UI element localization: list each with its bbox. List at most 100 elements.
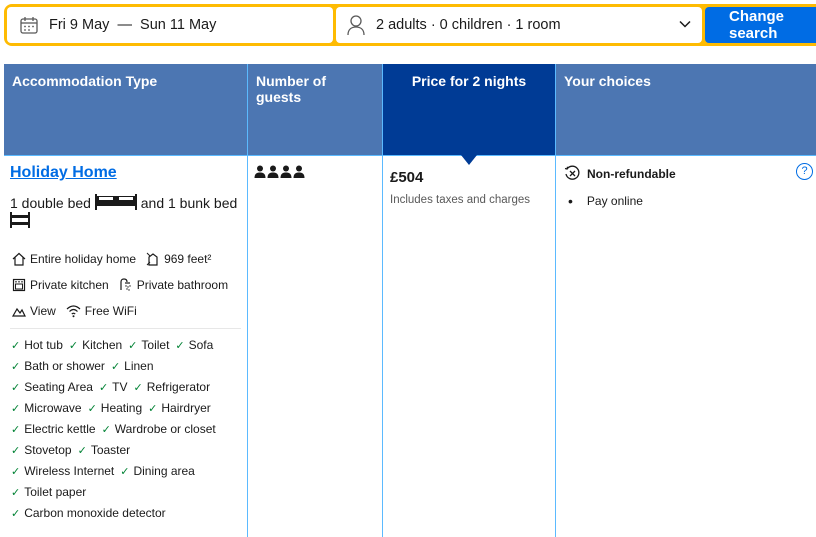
bed-configuration: 1 double bed and 1 bunk bed <box>10 194 246 230</box>
person-icon <box>267 165 279 178</box>
amenity-label: Dining area <box>133 464 195 478</box>
payment-option: • Pay online <box>568 194 816 208</box>
facility-wifi: Free WiFi <box>66 304 137 318</box>
checkmark-icon: ✓ <box>68 340 79 352</box>
shower-icon <box>120 278 131 291</box>
checkmark-icon: ✓ <box>77 445 87 457</box>
selected-notch <box>461 155 477 165</box>
checkmark-icon: ✓ <box>175 340 185 352</box>
checkmark-icon: ✓ <box>11 424 21 436</box>
amenity-item: ✓ Bath or shower <box>11 356 105 377</box>
amenity-label: Heating <box>100 401 143 415</box>
oven-icon <box>12 278 26 292</box>
change-search-button[interactable]: Change search <box>705 7 816 43</box>
occupancy-field[interactable]: 2 adults · 0 children · 1 room <box>336 7 702 43</box>
checkmark-icon: ✓ <box>101 424 111 436</box>
amenity-item: ✓ Refrigerator <box>134 377 211 398</box>
amenity-list: ✓ Hot tub ✓ Kitchen ✓ Toilet ✓ Sofa✓ Bath or sho… <box>11 335 243 524</box>
amenity-item: ✓ Wireless Internet <box>11 461 114 482</box>
bullet: • <box>568 193 573 209</box>
chevron-down-icon[interactable] <box>678 17 692 31</box>
mountain-view-icon <box>12 307 26 317</box>
date-picker-field[interactable]: Fri 9 May — Sun 11 May <box>7 7 333 43</box>
amenity-label: Stovetop <box>24 443 72 457</box>
checkmark-icon: ✓ <box>11 382 21 394</box>
checkmark-icon: ✓ <box>87 403 97 415</box>
facility-bathroom: Private bathroom <box>119 278 228 292</box>
checkmark-icon: ✓ <box>110 361 121 373</box>
price-column: Price for 2 nights £504 Includes taxes a… <box>382 64 555 537</box>
amenity-item: ✓ Wardrobe or closet <box>102 419 216 440</box>
checkmark-icon: ✓ <box>120 466 130 478</box>
checkmark-icon: ✓ <box>133 382 143 394</box>
occupancy-text: 2 adults · 0 children · 1 room <box>376 17 561 33</box>
amenity-item: ✓ Microwave <box>11 398 82 419</box>
person-outline-icon <box>347 15 365 36</box>
amenity-label: TV <box>112 380 128 394</box>
facility-kitchen: Private kitchen <box>12 278 109 292</box>
guests-column: Number of guests <box>247 64 382 537</box>
non-refundable-policy: Non-refundable <box>564 165 816 182</box>
wifi-icon <box>66 305 81 318</box>
bed-text-2: and 1 bunk bed <box>140 195 238 211</box>
amenity-item: ✓ Carbon monoxide detector <box>11 503 166 524</box>
facility-list: Entire holiday home 969 feet² Private ki… <box>12 246 247 324</box>
checkmark-icon: ✓ <box>11 445 21 457</box>
amenity-label: Electric kettle <box>24 422 96 436</box>
bunk-bed-icon <box>10 212 30 228</box>
room-table: Accommodation Type Holiday Home 1 double… <box>4 64 816 537</box>
amenity-label: Kitchen <box>82 338 123 352</box>
header-price: Price for 2 nights <box>383 64 555 165</box>
no-refund-icon <box>564 165 580 180</box>
facility-size: 969 feet² <box>146 252 211 266</box>
facility-entire-home: Entire holiday home <box>12 252 136 266</box>
checkmark-icon: ✓ <box>11 508 21 520</box>
checkmark-icon: ✓ <box>11 361 21 373</box>
amenity-label: Bath or shower <box>24 359 105 373</box>
choices-column: Your choices Non-refundable • Pay online… <box>555 64 816 537</box>
person-icon <box>280 165 292 178</box>
checkmark-icon: ✓ <box>11 403 21 415</box>
person-icon <box>293 165 305 178</box>
guest-count-icons <box>254 165 382 179</box>
checkmark-icon: ✓ <box>148 403 158 415</box>
amenity-item: ✓ Stovetop <box>11 440 72 461</box>
amenity-label: Sofa <box>188 338 214 352</box>
amenity-item: ✓ Kitchen <box>69 335 122 356</box>
amenity-label: Carbon monoxide detector <box>24 506 166 520</box>
amenity-label: Wireless Internet <box>24 464 115 478</box>
price-taxes-note: Includes taxes and charges <box>390 194 531 206</box>
amenity-label: Toilet <box>141 338 170 352</box>
room-name-link[interactable]: Holiday Home <box>10 164 117 182</box>
amenity-item: ✓ Heating <box>88 398 143 419</box>
header-accommodation-type: Accommodation Type <box>4 64 247 156</box>
checkmark-icon: ✓ <box>11 466 21 478</box>
checkmark-icon: ✓ <box>128 340 138 352</box>
divider <box>10 328 241 329</box>
amenity-item: ✓ TV <box>99 377 128 398</box>
amenity-label: Microwave <box>24 401 82 415</box>
amenity-item: ✓ Toilet <box>128 335 169 356</box>
help-question-icon[interactable]: ? <box>796 163 813 180</box>
facility-view: View <box>12 304 56 318</box>
amenity-label: Toilet paper <box>24 485 87 499</box>
amenity-label: Refrigerator <box>146 380 211 394</box>
price-amount: £504 <box>390 169 424 186</box>
date-range-text: Fri 9 May — Sun 11 May <box>49 17 217 33</box>
amenity-item: ✓ Hot tub <box>11 335 63 356</box>
amenity-label: Seating Area <box>24 380 93 394</box>
header-your-choices: Your choices <box>556 64 816 156</box>
amenity-item: ✓ Electric kettle <box>11 419 96 440</box>
non-refundable-label: Non-refundable <box>587 166 676 181</box>
search-bar: Fri 9 May — Sun 11 May 2 adults · 0 chil… <box>4 4 816 46</box>
header-number-of-guests: Number of guests <box>248 64 382 156</box>
amenity-item: ✓ Seating Area <box>11 377 93 398</box>
amenity-item: ✓ Sofa <box>175 335 213 356</box>
amenity-item: ✓ Toaster <box>78 440 131 461</box>
amenity-label: Linen <box>124 359 154 373</box>
amenity-item: ✓ Hairdryer <box>148 398 211 419</box>
person-icon <box>254 165 266 178</box>
amenity-item: ✓ Toilet paper <box>11 482 86 503</box>
header-price-label: Price for 2 nights <box>411 73 527 89</box>
amenity-label: Toaster <box>90 443 131 457</box>
